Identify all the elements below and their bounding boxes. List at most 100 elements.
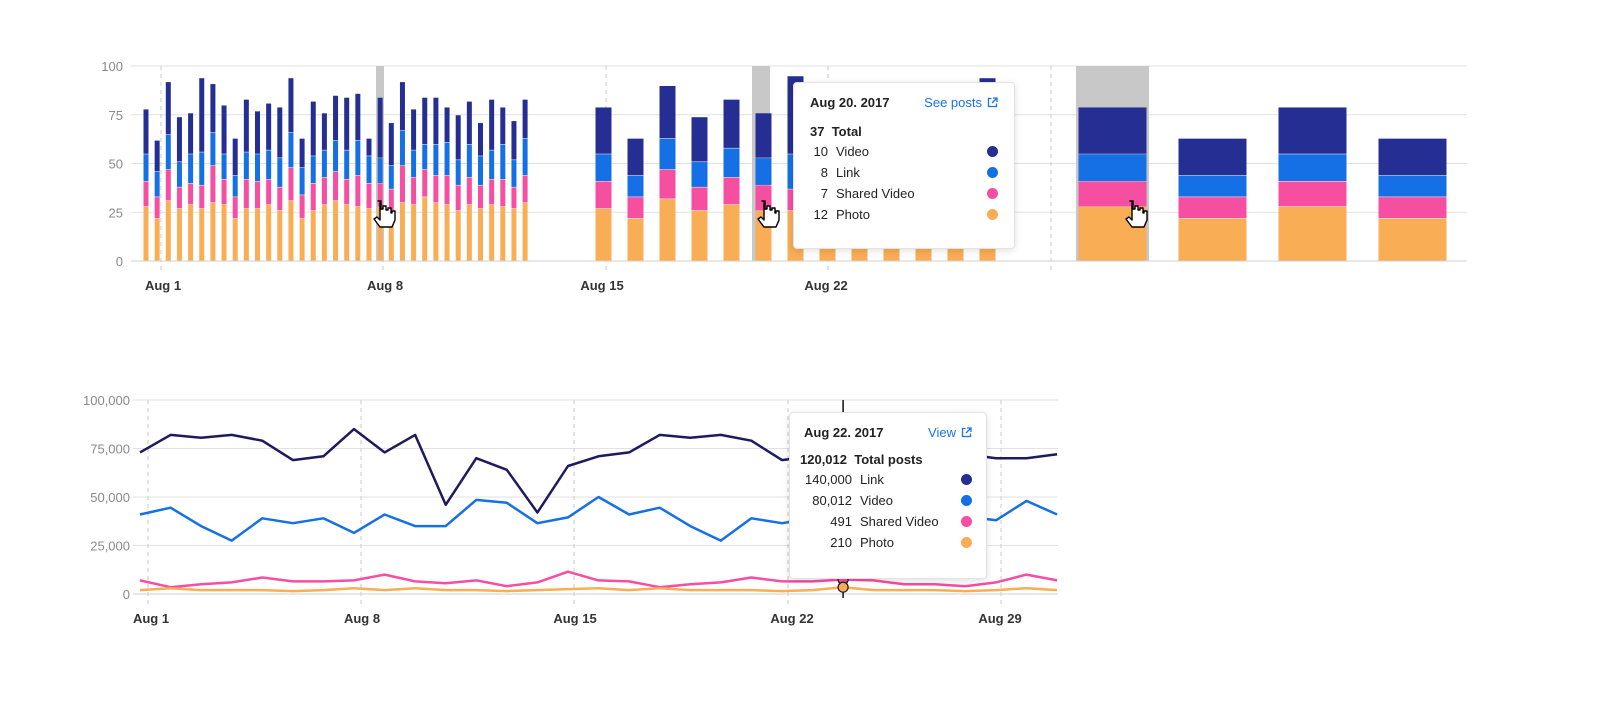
bar-segment-shared-video [595,181,612,209]
bar-segment-shared-video [422,169,428,197]
bar-segment-link [399,130,405,166]
bar-segment-link [478,156,483,185]
tooltip-row: 210 Photo [790,532,986,553]
bar-segment-video [511,121,517,160]
y-tick-label: 100 [101,59,123,74]
bar-segment-shared-video [433,175,439,203]
bar-segment-photo [310,210,316,261]
bar-segment-link [1378,175,1447,197]
tooltip-row: 12 Photo [794,204,1014,225]
bar-segment-video [199,78,205,152]
bar-segment-shared-video [466,177,472,205]
bar-segment-shared-video [388,189,394,211]
tooltip-bar-chart: Aug 20. 2017 See posts 37 Total 10 Video 8… [793,82,1015,249]
y-tick-label: 50,000 [90,490,130,505]
bar-segment-photo [199,208,205,261]
bar-segment-photo [321,204,327,261]
external-link-icon [987,97,998,108]
external-link-icon [961,427,972,438]
bar-segment-video [266,103,272,150]
tooltip-row-label: Link [860,472,884,487]
bar-segment-video [366,138,372,156]
bar-segment-link [444,142,450,176]
bar-segment-video [154,140,160,172]
bar-segment-photo [299,218,305,261]
y-tick-label: 0 [123,587,130,602]
see-posts-link[interactable]: See posts [924,95,998,110]
bar-segment-video [210,84,216,133]
x-tick-label: Aug 22 [770,611,813,626]
bar-segment-photo [659,199,676,261]
x-tick-label: Aug 22 [804,278,847,293]
bar-segment-shared-video [500,179,506,207]
tooltip-row-value: 210 [830,535,852,550]
bar-segment-video [444,107,450,143]
bar-segment-link [627,175,644,197]
bar-segment-video [310,101,316,156]
bar-segment-shared-video [288,167,294,201]
tooltip-row-label: Shared Video [836,186,915,201]
bar-segment-shared-video [344,179,350,205]
legend-dot [987,167,998,178]
bar-segment-shared-video [333,171,339,201]
bar-segment-link [321,150,327,178]
bar-segment-video [399,82,405,131]
bar-segment-link [723,148,740,178]
bar-segment-shared-video [627,197,644,219]
bar-segment-shared-video [321,177,327,205]
bar-segment-photo [627,218,644,261]
y-tick-label: 25,000 [90,539,130,554]
legend-dot [961,516,972,527]
bar-segment-video [232,138,238,176]
bar-segment-photo [433,203,439,261]
bar-segment-video [277,107,283,158]
tooltip-row-value: 12 [813,207,828,222]
total-label: Total [831,124,862,139]
bar-segment-link [455,160,461,185]
bar-segment-link [433,144,439,176]
bar-segment-video [388,123,394,166]
bar-segment-photo [595,208,612,261]
bar-segment-photo [1378,218,1447,261]
bar-segment-shared-video [522,175,528,203]
bar-segment-video [627,138,644,176]
y-tick-label: 100,000 [83,393,130,408]
tooltip-row-label: Video [836,144,870,159]
tooltip-row-value: 8 [820,165,828,180]
bar-segment-photo [466,204,472,261]
bar-segment-shared-video [366,183,372,209]
tooltip-row-value: 140,000 [805,472,852,487]
bar-segment-shared-video [255,181,260,209]
bar-segment-link [143,154,149,182]
bar-segment-link [1178,175,1247,197]
bar-segment-link [154,171,160,197]
bar-segment-shared-video [299,195,305,219]
bar-segment-photo [232,218,238,261]
tooltip-line-chart: Aug 22. 2017 View 120,012 Total posts 14… [789,412,987,579]
bar-segment-shared-video [1078,181,1147,207]
bar-segment-link [466,144,472,178]
bar-segment-link [299,167,305,195]
bar-segment-video [143,109,149,154]
bar-segment-shared-video [1178,197,1247,219]
tooltip-row: 140,000 Link [790,469,986,490]
bar-segment-video [433,97,439,144]
bar-segment-link [511,160,517,187]
bar-segment-photo [1178,218,1247,261]
bar-segment-video [422,97,428,144]
bar-segment-link [333,140,339,172]
bar-segment-photo [399,203,405,261]
bar-segment-link [522,138,528,176]
bar-segment-video [755,113,772,158]
bar-segment-shared-video [143,181,149,207]
bar-segment-photo [522,203,528,261]
bar-segment-photo [422,197,428,261]
see-posts-label: See posts [924,95,982,110]
bar-segment-video [1278,107,1347,154]
bar-segment-video [255,111,260,154]
bar-segment-shared-video [399,165,405,203]
bar-segment-shared-video [691,187,708,211]
bar-segment-photo [176,208,182,261]
view-link[interactable]: View [928,425,972,440]
y-tick-label: 50 [109,157,123,172]
